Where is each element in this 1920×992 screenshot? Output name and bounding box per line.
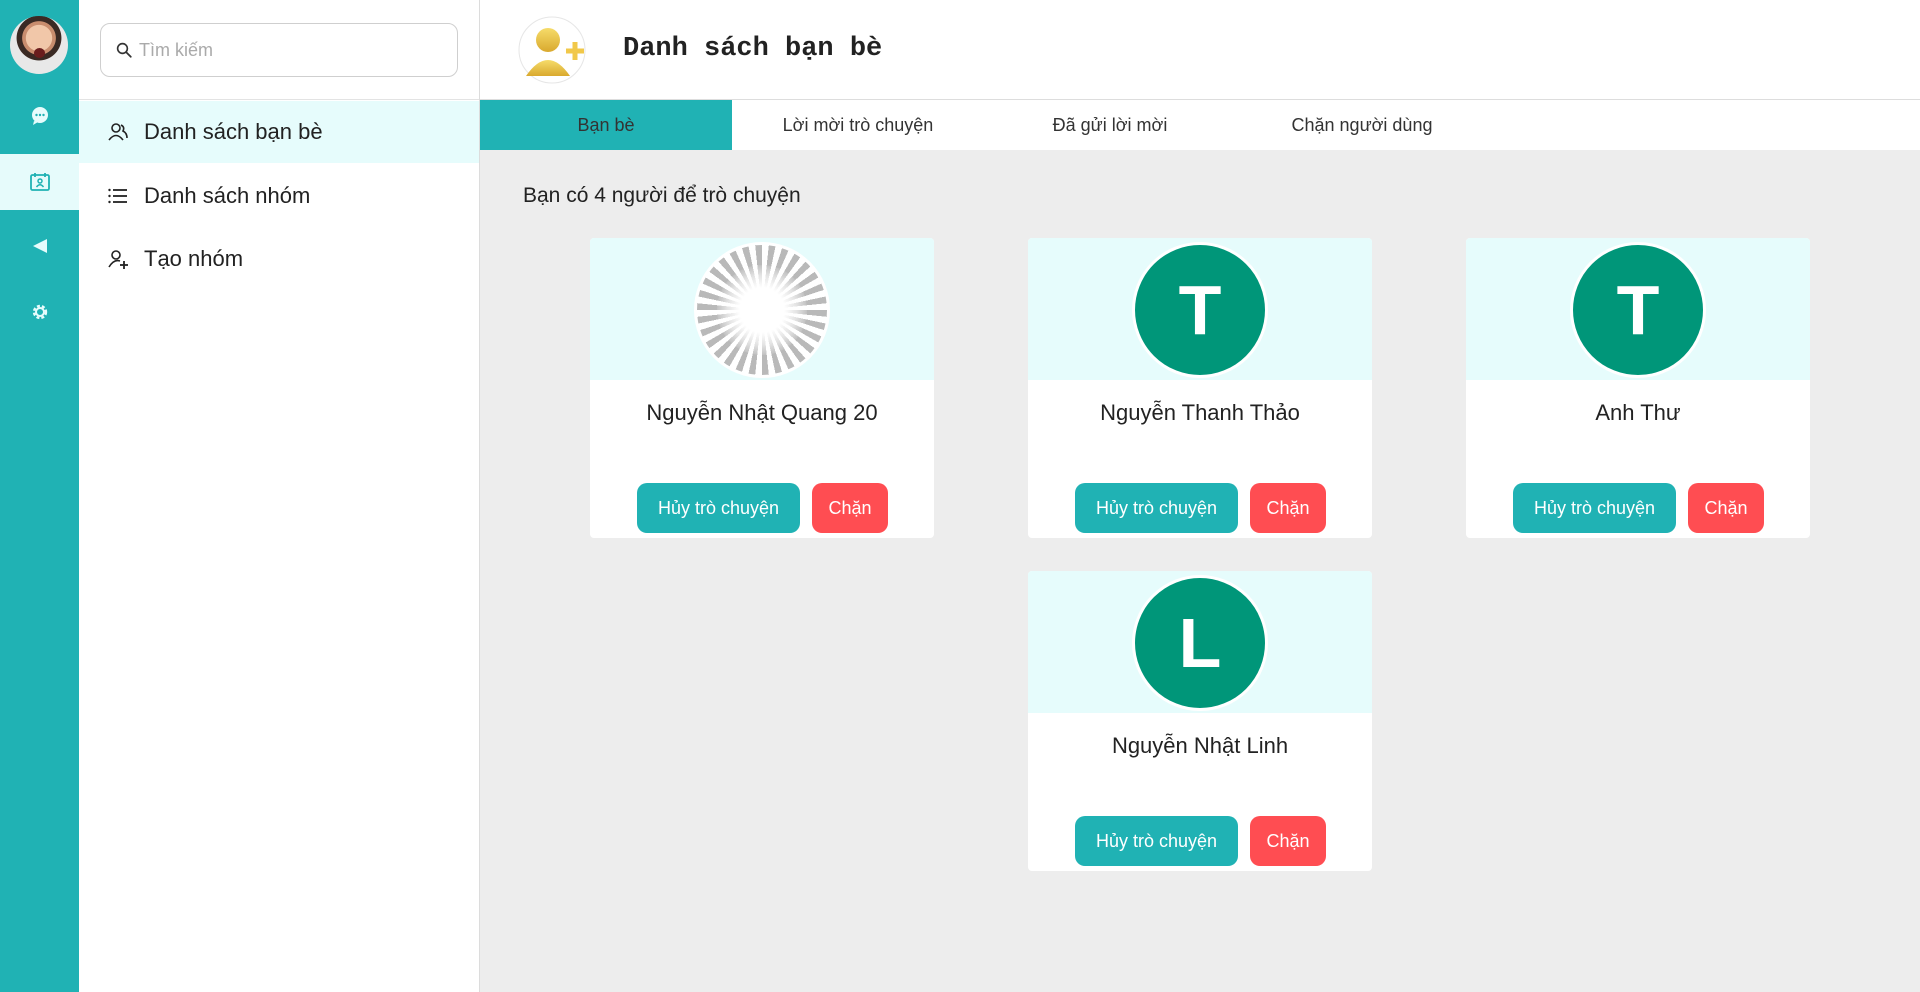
unfriend-button[interactable]: Hủy trò chuyện <box>637 483 800 533</box>
friend-name: Nguyễn Nhật Quang 20 <box>646 400 878 425</box>
sidebar-item-label: Danh sách nhóm <box>144 183 311 208</box>
search-input[interactable] <box>139 39 439 61</box>
friend-name: Nguyễn Thanh Thảo <box>1100 400 1300 425</box>
rail-contacts-button[interactable] <box>0 154 79 210</box>
sidebar-item-group-list[interactable]: Danh sách nhóm <box>79 165 479 227</box>
settings-icon <box>32 304 47 320</box>
contacts-icon <box>29 173 50 191</box>
sidebar-divider <box>79 99 479 100</box>
page-header: Danh sách bạn bè <box>480 0 1920 100</box>
friend-card: Nguyễn Nhật Quang 20 Hủy trò chuyện Chặn <box>590 238 934 538</box>
sidebar-item-friend-list[interactable]: Danh sách bạn bè <box>79 101 479 163</box>
unfriend-button[interactable]: Hủy trò chuyện <box>1075 483 1238 533</box>
friend-avatar[interactable]: T <box>1132 242 1268 378</box>
friend-card: T Anh Thư Hủy trò chuyện Chặn <box>1466 238 1810 538</box>
tab-sent-invitations[interactable]: Đã gửi lời mời <box>984 100 1236 150</box>
user-avatar[interactable] <box>10 16 68 74</box>
unfriend-button[interactable]: Hủy trò chuyện <box>1513 483 1676 533</box>
search-icon <box>116 42 132 58</box>
add-friend-icon <box>518 16 586 84</box>
block-button[interactable]: Chặn <box>1688 483 1764 533</box>
block-button[interactable]: Chặn <box>1250 816 1326 866</box>
friend-name: Anh Thư <box>1595 400 1681 425</box>
friend-name: Nguyễn Nhật Linh <box>1111 733 1289 758</box>
sidebar-item-label: Tạo nhóm <box>144 246 244 271</box>
friend-card: T Nguyễn Thanh Thảo Hủy trò chuyện Chặn <box>1028 238 1372 538</box>
app-rail <box>0 0 79 992</box>
sidebar-item-label: Danh sách bạn bè <box>144 119 323 144</box>
rail-settings-button[interactable] <box>0 284 79 340</box>
block-button[interactable]: Chặn <box>812 483 888 533</box>
tab-friends[interactable]: Bạn bè <box>480 100 732 150</box>
chat-icon <box>31 107 48 125</box>
list-icon <box>108 188 127 204</box>
add-user-icon <box>108 250 128 269</box>
megaphone-icon <box>32 239 47 253</box>
sidebar-item-create-group[interactable]: Tạo nhóm <box>79 228 479 290</box>
tab-bar: Bạn bè Lời mời trò chuyện Đã gửi lời mời… <box>480 100 1920 150</box>
friend-count-text: Bạn có 4 người để trò chuyện <box>523 184 801 207</box>
friend-card: L Nguyễn Nhật Linh Hủy trò chuyện Chặn <box>1028 571 1372 871</box>
rail-announce-button[interactable] <box>0 218 79 274</box>
page-title: Danh sách bạn bè <box>623 34 883 64</box>
friends-icon <box>108 123 128 141</box>
friend-avatar[interactable] <box>694 242 830 378</box>
rail-chat-button[interactable] <box>0 88 79 144</box>
friend-avatar[interactable]: L <box>1132 575 1268 711</box>
friend-avatar[interactable]: T <box>1570 242 1706 378</box>
unfriend-button[interactable]: Hủy trò chuyện <box>1075 816 1238 866</box>
tab-blocked-users[interactable]: Chặn người dùng <box>1236 100 1488 150</box>
tab-chat-invitations[interactable]: Lời mời trò chuyện <box>732 100 984 150</box>
sidebar: Danh sách bạn bè Danh sách nhóm Tạo nhóm <box>79 0 480 992</box>
block-button[interactable]: Chặn <box>1250 483 1326 533</box>
search-box[interactable] <box>100 23 458 77</box>
